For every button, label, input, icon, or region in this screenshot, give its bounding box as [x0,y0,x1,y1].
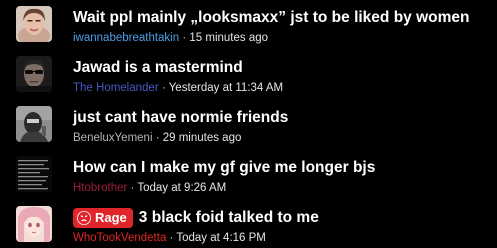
thread-time[interactable]: 15 minutes ago [189,32,268,44]
thread-item: just cant have normie friends BeneluxYem… [0,100,497,149]
meta-separator: · [161,82,169,94]
avatar[interactable] [16,156,52,192]
thread-meta: BeneluxYemeni · 29 minutes ago [73,131,241,146]
thread-title[interactable]: How can I make my gf give me longer bjs [73,158,375,178]
thread-time[interactable]: Today at 9:26 AM [137,182,226,194]
thread-title[interactable]: Wait ppl mainly „looksmaxx” jst to be li… [73,8,469,28]
avatar[interactable] [16,6,52,42]
thread-item: Rage 3 black foid talked to me WhoTookVe… [0,200,497,248]
thread-author[interactable]: The Homelander [73,82,159,94]
thread-title[interactable]: Jawad is a mastermind [73,58,243,78]
prefix-badge[interactable]: Rage [73,208,133,228]
thread-author[interactable]: BeneluxYemeni [73,132,153,144]
anime-girl-image-icon [16,206,52,242]
thread-item: Wait ppl mainly „looksmaxx” jst to be li… [0,0,497,49]
thread-item: How can I make my gf give me longer bjs … [0,150,497,199]
avatar[interactable] [16,206,52,242]
thread-meta: WhoTookVendetta · Today at 4:16 PM [73,231,266,246]
thread-time[interactable]: Yesterday at 11:34 AM [169,82,283,94]
avatar[interactable] [16,56,52,92]
thread-title[interactable]: 3 black foid talked to me [139,208,319,228]
thread-meta: iwannabebreathtakin · 15 minutes ago [73,31,268,46]
thread-author[interactable]: Htobrother [73,182,127,194]
portrait-photo-icon [16,6,52,42]
thread-author[interactable]: iwannabebreathtakin [73,32,179,44]
thread-author[interactable]: WhoTookVendetta [73,232,166,244]
thread-time[interactable]: Today at 4:16 PM [176,232,266,244]
thread-item: Jawad is a mastermind The Homelander · Y… [0,50,497,99]
meta-separator: · [155,132,163,144]
avatar[interactable] [16,106,52,142]
thread-time[interactable]: 29 minutes ago [163,132,242,144]
thread-list: Wait ppl mainly „looksmaxx” jst to be li… [0,0,497,248]
thread-title[interactable]: just cant have normie friends [73,108,288,128]
thread-meta: Htobrother · Today at 9:26 AM [73,181,226,196]
dark-sunglasses-photo-icon [16,56,52,92]
masked-figure-photo-icon [16,106,52,142]
text-image-icon [16,156,52,192]
angry-face-icon [77,211,91,225]
badge-label: Rage [95,210,127,225]
thread-meta: The Homelander · Yesterday at 11:34 AM [73,81,283,96]
